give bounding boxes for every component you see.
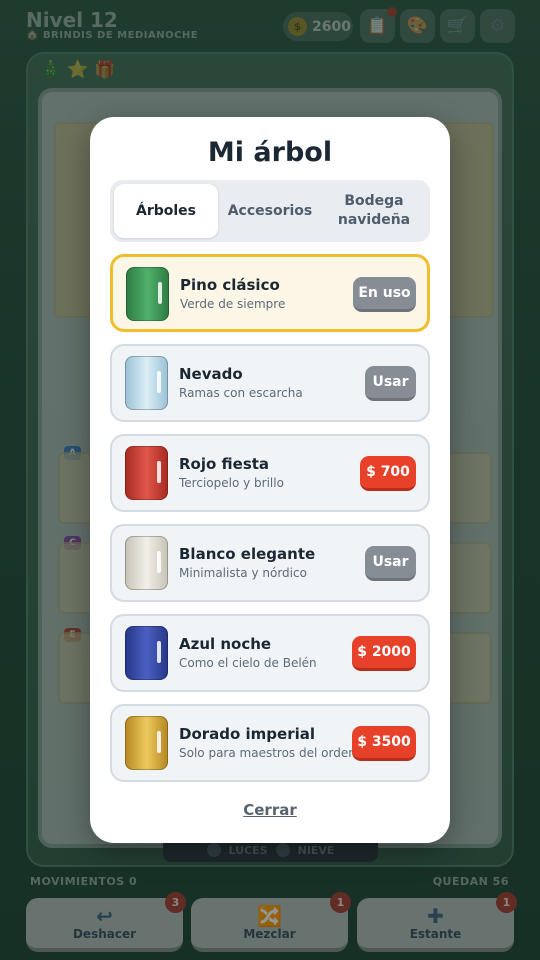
tab-trees[interactable]: Árboles (114, 184, 218, 238)
tree-description: Minimalista y nórdico (179, 566, 307, 580)
tree-description: Solo para maestros del orden (179, 746, 356, 760)
tree-name: Azul noche (179, 635, 272, 653)
modal-tabs: Árboles Accesorios Bodega navideña (110, 180, 430, 242)
in-use-button[interactable]: En uso (353, 277, 416, 312)
tree-option-nevado[interactable]: Nevado Ramas con escarcha Usar (110, 344, 430, 422)
tree-option-pino-clasico[interactable]: Pino clásico Verde de siempre En uso (110, 254, 430, 332)
tree-name: Blanco elegante (179, 545, 316, 563)
tab-christmas-cellar[interactable]: Bodega navideña (322, 184, 426, 238)
tab-accessories[interactable]: Accesorios (218, 184, 322, 238)
buy-button[interactable]: $ 3500 (352, 726, 416, 761)
tree-option-blanco-elegante[interactable]: Blanco elegante Minimalista y nórdico Us… (110, 524, 430, 602)
tree-description: Como el cielo de Belén (179, 656, 317, 670)
tree-name: Rojo fiesta (179, 455, 270, 473)
use-button[interactable]: Usar (365, 366, 416, 401)
tree-name: Nevado (179, 365, 243, 383)
tree-option-rojo-fiesta[interactable]: Rojo fiesta Terciopelo y brillo $ 700 (110, 434, 430, 512)
tree-description: Terciopelo y brillo (179, 476, 284, 490)
tree-swatch (125, 446, 168, 500)
close-link[interactable]: Cerrar (90, 801, 450, 819)
tree-option-dorado-imperial[interactable]: Dorado imperial Solo para maestros del o… (110, 704, 430, 782)
use-button[interactable]: Usar (365, 546, 416, 581)
tree-description: Ramas con escarcha (179, 386, 303, 400)
tree-swatch (125, 536, 168, 590)
tree-name: Pino clásico (180, 276, 280, 294)
tree-description: Verde de siempre (180, 297, 286, 311)
tree-swatch (126, 267, 169, 321)
tree-swatch (125, 716, 168, 770)
tree-swatch (125, 356, 168, 410)
tree-name: Dorado imperial (179, 725, 316, 743)
tree-modal: Mi árbol Árboles Accesorios Bodega navid… (90, 117, 450, 843)
tree-swatch (125, 626, 168, 680)
buy-button[interactable]: $ 700 (360, 456, 416, 491)
tree-option-azul-noche[interactable]: Azul noche Como el cielo de Belén $ 2000 (110, 614, 430, 692)
buy-button[interactable]: $ 2000 (352, 636, 416, 671)
modal-title: Mi árbol (207, 137, 333, 168)
